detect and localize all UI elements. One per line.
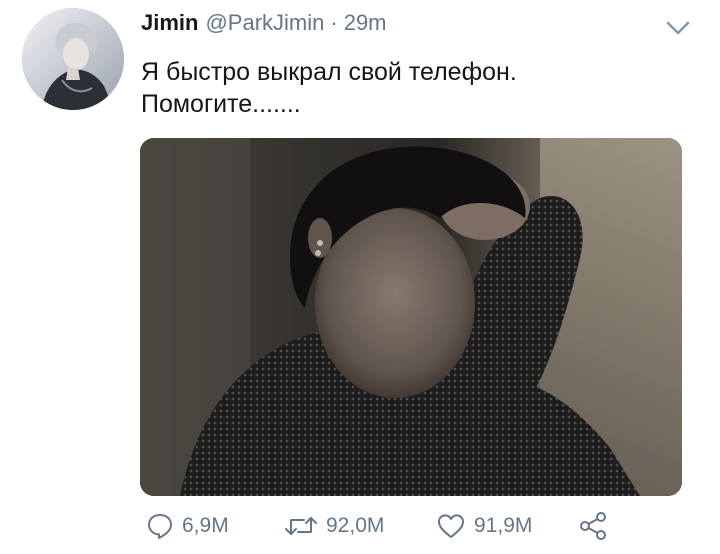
reply-button[interactable]: 6,9M — [146, 508, 229, 544]
like-button[interactable]: 91,9M — [436, 508, 532, 544]
share-icon — [578, 511, 608, 541]
retweet-button[interactable]: 92,0M — [284, 508, 384, 544]
user-handle[interactable]: @ParkJimin — [205, 10, 324, 36]
display-name[interactable]: Jimin — [141, 10, 198, 36]
retweet-icon — [284, 512, 318, 540]
separator-dot: · — [330, 10, 338, 35]
reply-bubble-icon — [146, 512, 174, 540]
chevron-down-icon[interactable] — [664, 14, 692, 42]
tweet-timestamp[interactable]: 29m — [344, 10, 387, 36]
tweet-actions: 6,9M 92,0M 91,9M — [140, 508, 680, 544]
tweet: Jimin @ParkJimin · 29m Я быстро выкрал с… — [0, 0, 720, 554]
tweet-photo[interactable] — [140, 138, 682, 496]
tweet-text-line-2: Помогите....... — [141, 90, 301, 118]
reply-count: 6,9M — [182, 514, 229, 537]
like-count: 91,9M — [474, 514, 533, 537]
tweet-text-line-1: Я быстро выкрал свой телефон. — [141, 58, 517, 86]
retweet-count: 92,0M — [326, 514, 385, 537]
share-button[interactable] — [578, 508, 608, 544]
tweet-text: Я быстро выкрал свой телефон. Помогите..… — [141, 56, 681, 120]
heart-icon — [436, 512, 466, 540]
profile-avatar[interactable] — [22, 8, 124, 110]
tweet-header: Jimin @ParkJimin · 29m — [141, 10, 387, 40]
